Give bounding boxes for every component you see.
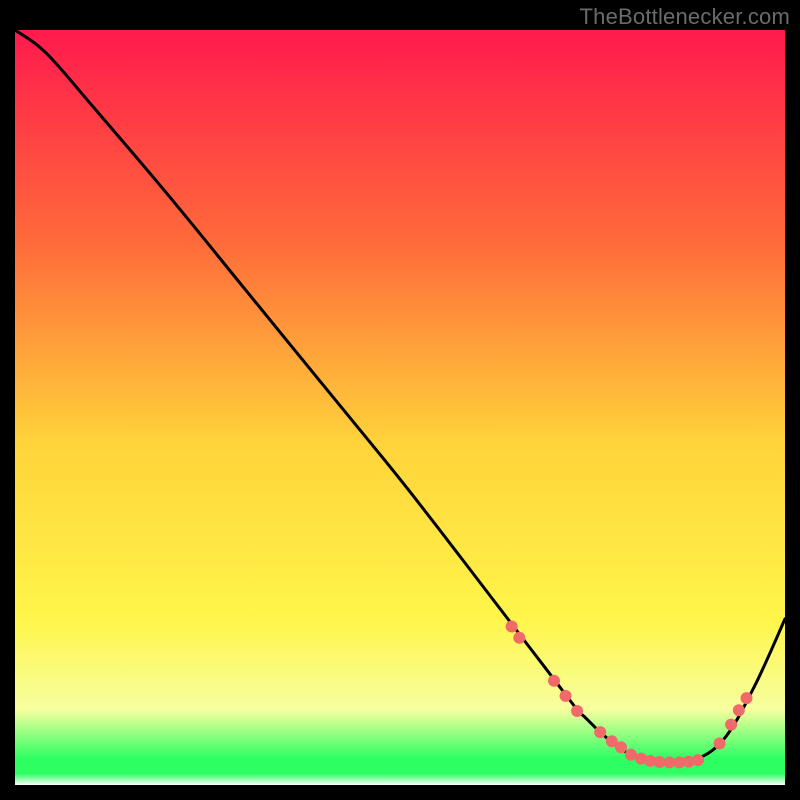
curve-marker bbox=[733, 704, 745, 716]
curve-marker bbox=[741, 692, 753, 704]
curve-marker bbox=[513, 632, 525, 644]
curve-marker bbox=[548, 675, 560, 687]
attribution-text: TheBottlenecker.com bbox=[580, 4, 790, 30]
curve-marker bbox=[506, 620, 518, 632]
curve-marker bbox=[615, 741, 627, 753]
curve-marker bbox=[725, 719, 737, 731]
bottleneck-chart bbox=[15, 30, 785, 785]
plot-area bbox=[15, 30, 785, 785]
gradient-background bbox=[15, 30, 785, 785]
curve-marker bbox=[692, 754, 704, 766]
curve-marker bbox=[714, 737, 726, 749]
chart-frame: TheBottlenecker.com bbox=[0, 0, 800, 800]
curve-marker bbox=[560, 690, 572, 702]
curve-marker bbox=[571, 705, 583, 717]
curve-marker bbox=[594, 726, 606, 738]
